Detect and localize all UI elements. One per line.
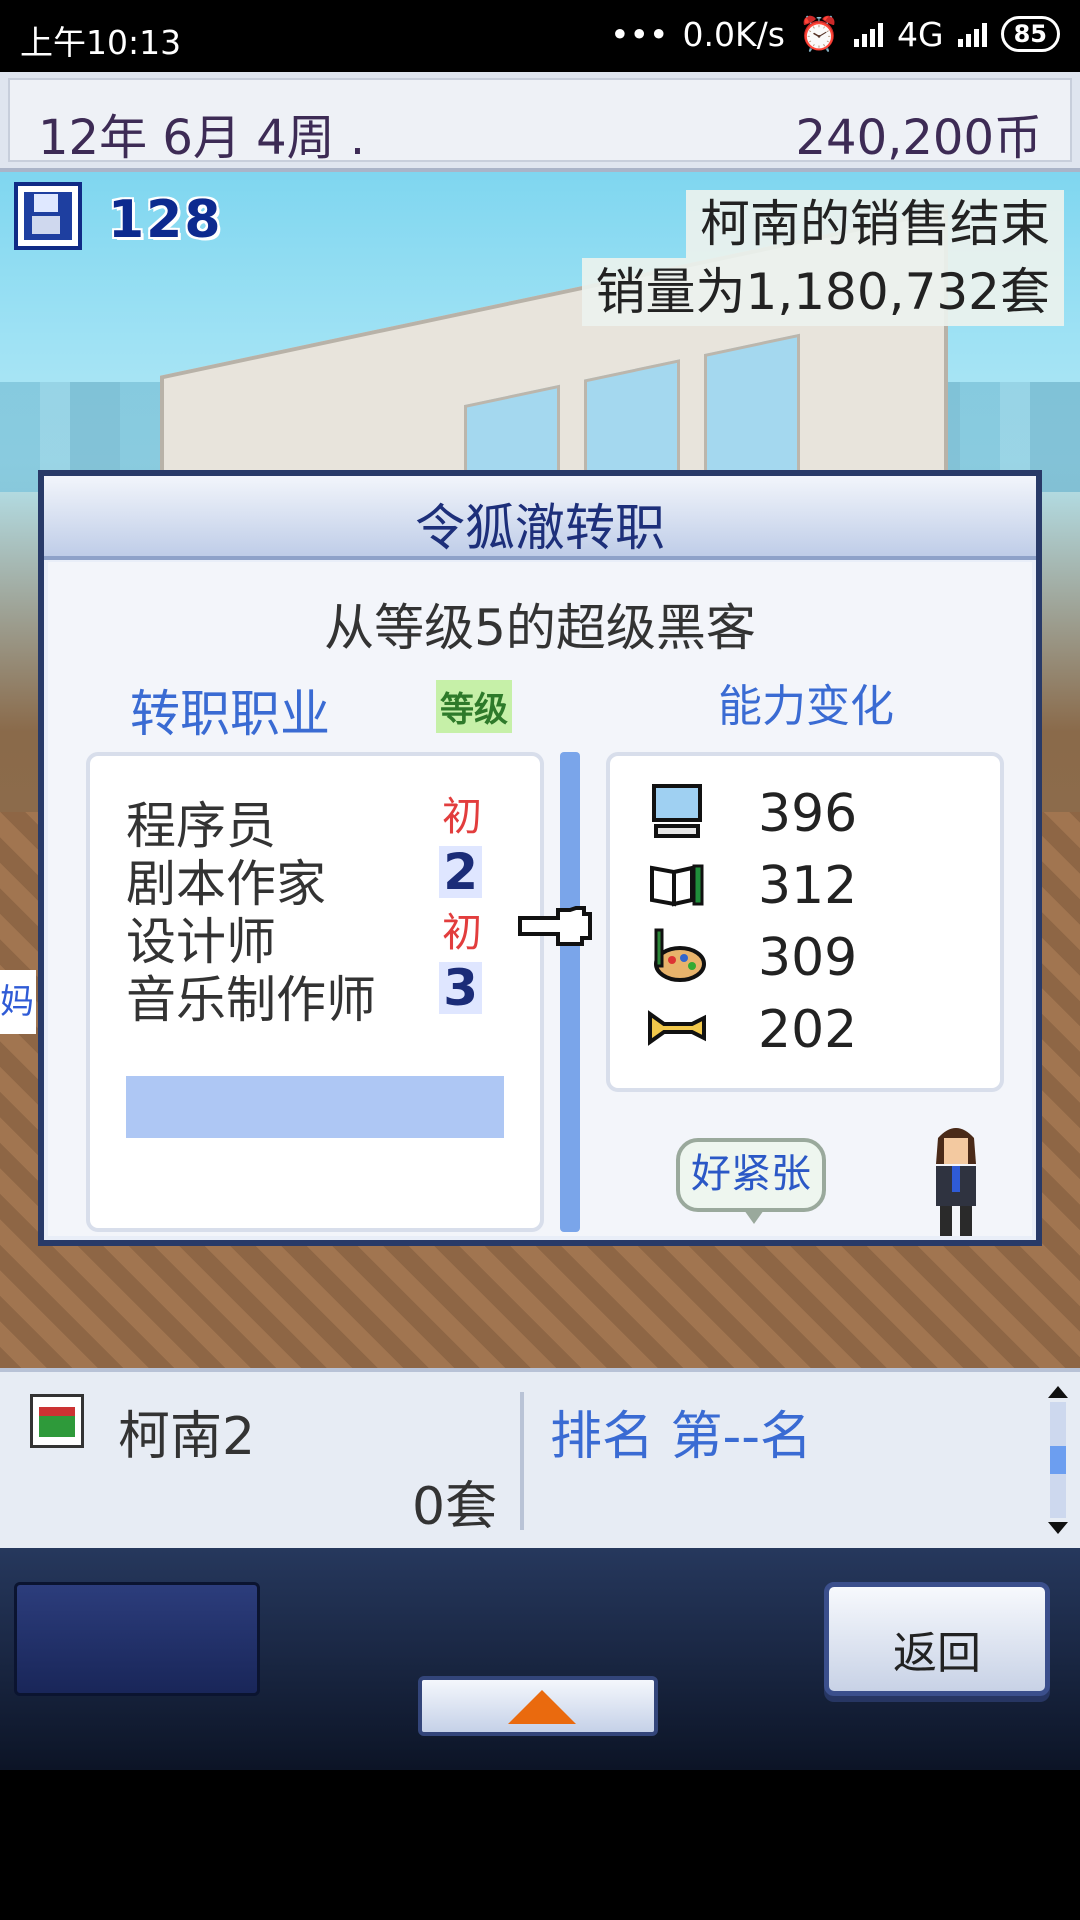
job-level: 2	[439, 846, 482, 898]
job-change-dialog: 令狐澈转职 从等级5的超级黑客 转职职业 等级 能力变化 程序员 初 剧本作家 …	[38, 470, 1042, 1246]
ability-programming: 396	[648, 780, 988, 844]
scroll-thumb[interactable]	[1050, 1446, 1066, 1474]
employee-avatar	[936, 1128, 976, 1236]
computer-icon	[652, 784, 702, 838]
side-label: 妈	[0, 970, 36, 1034]
selection-highlight[interactable]	[126, 1076, 504, 1138]
job-item-designer[interactable]: 设计师 初	[126, 902, 526, 971]
ability-value: 309	[758, 928, 858, 988]
trumpet-icon	[648, 1010, 706, 1046]
ranking-text: 排名 第--名	[550, 1407, 813, 1467]
ability-value: 396	[758, 784, 858, 844]
scroll-up-icon[interactable]	[1048, 1386, 1068, 1398]
game-title-icon	[30, 1394, 84, 1448]
left-blank-button[interactable]	[14, 1582, 260, 1696]
game-header: 12年 6月 4周 . 240,200币	[0, 72, 1080, 172]
save-count: 128	[108, 190, 223, 250]
units-sold: 0套	[412, 1477, 498, 1537]
money-display: 240,200币	[795, 110, 1043, 166]
alarm-icon: ⏰	[798, 14, 841, 53]
dialog-subtitle: 从等级5的超级黑客	[324, 599, 756, 657]
game-title: 柯南2	[118, 1407, 256, 1467]
ability-value: 202	[758, 1000, 858, 1060]
sales-notice-line1: 柯南的销售结束	[686, 190, 1064, 258]
signal-icon-2	[957, 21, 987, 47]
dialog-title-bar: 令狐澈转职	[44, 476, 1036, 560]
sales-notice-line2: 销量为1,180,732套	[581, 258, 1064, 326]
status-bar: 上午10:13 ••• 0.0K/s ⏰ 4G 85	[0, 0, 1080, 72]
job-level: 初	[442, 794, 482, 840]
back-button[interactable]: 返回	[824, 1582, 1050, 1696]
save-icon[interactable]	[14, 182, 82, 250]
notification-dots: •••	[610, 14, 669, 54]
game-header-panel: 12年 6月 4周 . 240,200币	[8, 78, 1072, 166]
game-info-panel: 柯南2 0套 排名 第--名	[0, 1368, 1080, 1552]
network-type: 4G	[897, 14, 944, 54]
arrow-up-icon	[508, 1690, 576, 1724]
job-column-header: 转职职业	[130, 685, 330, 743]
job-level: 3	[439, 962, 482, 1014]
expand-up-button[interactable]	[418, 1676, 658, 1736]
network-speed: 0.0K/s	[682, 14, 785, 54]
ranking-scrollbar[interactable]	[1046, 1386, 1070, 1534]
job-item-programmer[interactable]: 程序员 初	[126, 786, 526, 855]
book-pencil-icon	[650, 864, 704, 907]
panel-divider	[520, 1392, 524, 1530]
job-list-scrollbar[interactable]	[560, 752, 580, 1232]
status-time: 上午10:13	[20, 23, 182, 62]
pointing-hand-icon	[518, 906, 592, 946]
ability-graphics: 309	[648, 924, 988, 988]
game-date: 12年 6月 4周 .	[38, 110, 366, 166]
ability-sound: 202	[648, 996, 988, 1060]
job-item-writer[interactable]: 剧本作家 2	[126, 844, 526, 913]
dialog-title: 令狐澈转职	[415, 499, 665, 557]
battery-icon: 85	[1000, 16, 1060, 52]
ability-panel: 396 312 309 202	[606, 752, 1004, 1092]
job-item-sound-producer[interactable]: 音乐制作师 3	[126, 960, 526, 1029]
ability-value: 312	[758, 856, 858, 916]
signal-icon	[854, 21, 884, 47]
scroll-down-icon[interactable]	[1048, 1522, 1068, 1534]
control-bar: 返回	[0, 1548, 1080, 1770]
job-list: 程序员 初 剧本作家 2 设计师 初 音乐制作师 3	[86, 752, 544, 1232]
ability-scenario: 312	[648, 852, 988, 916]
ability-change-header: 能力变化	[718, 681, 894, 732]
dialog-body: 从等级5的超级黑客 转职职业 等级 能力变化 程序员 初 剧本作家 2 设计师 …	[48, 562, 1032, 1236]
level-column-header: 等级	[436, 680, 512, 733]
speech-bubble: 好紧张	[676, 1138, 826, 1224]
job-level: 初	[442, 910, 482, 956]
job-name: 音乐制作师	[126, 971, 376, 1029]
paint-palette-icon	[654, 928, 706, 982]
back-button-label: 返回	[893, 1628, 981, 1679]
